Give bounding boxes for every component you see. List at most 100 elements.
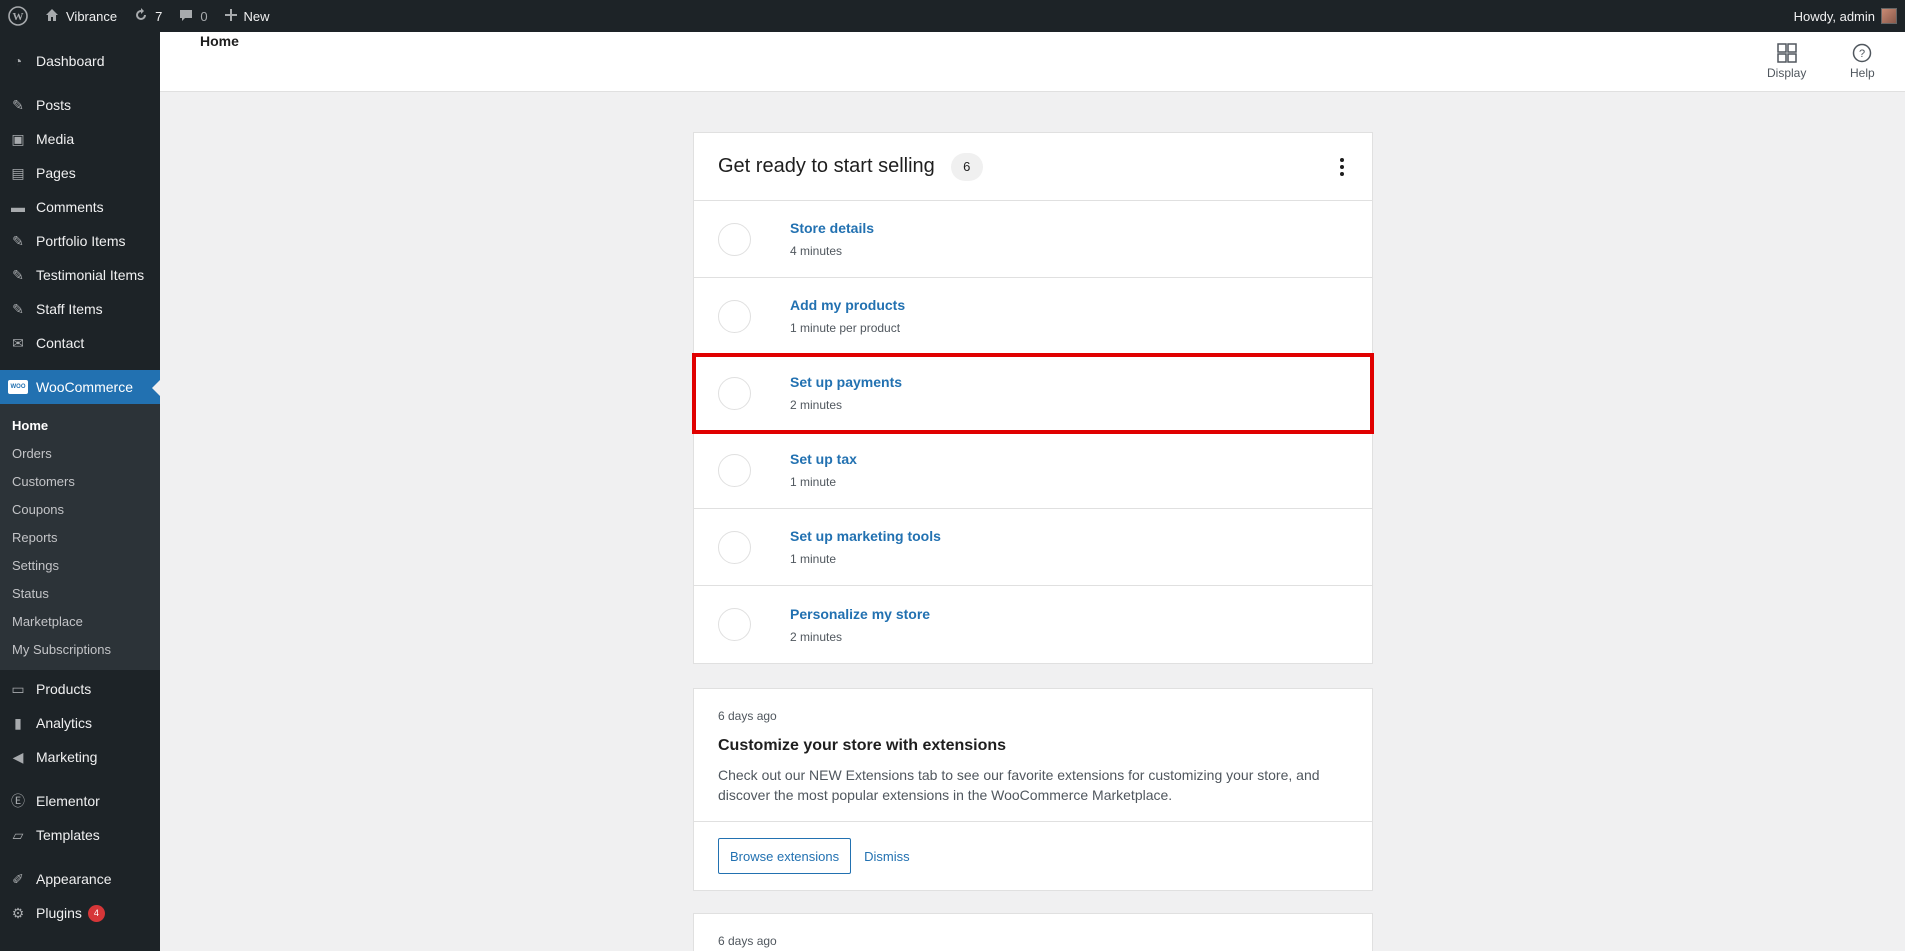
submenu-item-status[interactable]: Status bbox=[0, 579, 160, 607]
task-time-estimate: 1 minute per product bbox=[790, 321, 901, 335]
pages-icon: ▤ bbox=[11, 164, 25, 181]
submenu-item-reports[interactable]: Reports bbox=[0, 523, 160, 551]
home-icon bbox=[44, 7, 60, 26]
comment-icon: ▬ bbox=[11, 199, 25, 215]
sidebar-item-label: Appearance bbox=[36, 871, 112, 887]
setup-task-list: Get ready to start selling 6 Store detai… bbox=[692, 132, 1374, 664]
pin-icon: ✎ bbox=[12, 96, 24, 113]
howdy-text: Howdy, admin bbox=[1793, 8, 1875, 24]
sidebar-item-woocommerce[interactable]: WOO WooCommerce bbox=[0, 370, 160, 404]
submenu-item-marketplace[interactable]: Marketplace bbox=[0, 607, 160, 635]
submenu-item-home[interactable]: Home bbox=[0, 411, 160, 439]
submenu-item-coupons[interactable]: Coupons bbox=[0, 495, 160, 523]
plus-icon bbox=[224, 8, 238, 25]
task-title[interactable]: Add my products bbox=[790, 297, 905, 313]
task-title[interactable]: Set up payments bbox=[790, 374, 902, 390]
more-options-icon[interactable] bbox=[1336, 154, 1348, 180]
wordpress-logo-icon[interactable]: W bbox=[0, 0, 36, 32]
sidebar-item-analytics[interactable]: ▮ Analytics bbox=[0, 706, 160, 740]
comment-bubble-icon bbox=[178, 7, 194, 26]
sidebar-item-dashboard[interactable]: ◔ Dashboard bbox=[0, 44, 160, 78]
sidebar-item-portfolio-items[interactable]: ✎ Portfolio Items bbox=[0, 224, 160, 258]
admin-sidebar: ◔ Dashboard ✎ Posts ▣ Media ▤ Pages ▬ Comments ✎ Po… bbox=[0, 32, 160, 951]
sidebar-item-appearance[interactable]: ✐ Appearance bbox=[0, 862, 160, 896]
sidebar-item-contact[interactable]: ✉ Contact bbox=[0, 326, 160, 360]
updates-link[interactable]: 7 bbox=[125, 0, 170, 32]
task-item-add-my-products[interactable]: Add my products 1 minute per product bbox=[694, 278, 1372, 355]
submenu-item-customers[interactable]: Customers bbox=[0, 467, 160, 495]
task-title[interactable]: Set up tax bbox=[790, 451, 857, 467]
submenu-item-orders[interactable]: Orders bbox=[0, 439, 160, 467]
pin-icon: ✎ bbox=[12, 232, 24, 249]
sidebar-item-label: Analytics bbox=[36, 715, 93, 731]
sidebar-item-label: WooCommerce bbox=[36, 379, 133, 395]
site-name: Vibrance bbox=[66, 8, 118, 24]
task-status-circle-icon bbox=[718, 530, 751, 564]
task-item-store-details[interactable]: Store details 4 minutes bbox=[694, 201, 1372, 278]
task-status-circle-icon bbox=[718, 299, 751, 333]
new-content-link[interactable]: New bbox=[216, 0, 278, 32]
help-icon: ? bbox=[1853, 43, 1872, 63]
sidebar-item-label: Media bbox=[36, 131, 75, 147]
new-label: New bbox=[243, 8, 270, 24]
sidebar-item-templates[interactable]: ▱ Templates bbox=[0, 818, 160, 852]
sidebar-item-media[interactable]: ▣ Media bbox=[0, 122, 160, 156]
display-button[interactable]: Display bbox=[1767, 42, 1806, 80]
display-layout-icon bbox=[1776, 43, 1797, 63]
comments-count: 0 bbox=[200, 8, 208, 24]
sidebar-item-label: Staff Items bbox=[36, 301, 103, 317]
submenu-item-settings[interactable]: Settings bbox=[0, 551, 160, 579]
inbox-note: 6 days ago bbox=[693, 913, 1373, 951]
browse-extensions-button[interactable]: Browse extensions bbox=[718, 838, 852, 874]
dismiss-button[interactable]: Dismiss bbox=[864, 849, 910, 864]
sidebar-item-pages[interactable]: ▤ Pages bbox=[0, 156, 160, 190]
site-name-link[interactable]: Vibrance bbox=[36, 0, 125, 32]
pin-icon: ✎ bbox=[12, 300, 24, 317]
note-date: 6 days ago bbox=[718, 709, 777, 723]
woocommerce-icon: WOO bbox=[8, 377, 28, 397]
sidebar-item-label: Products bbox=[36, 681, 92, 697]
sidebar-item-marketing[interactable]: ◀ Marketing bbox=[0, 740, 160, 774]
task-title[interactable]: Store details bbox=[790, 220, 874, 236]
task-item-set-up-payments[interactable]: Set up payments 2 minutes bbox=[692, 353, 1374, 434]
task-list-header: Get ready to start selling 6 bbox=[694, 133, 1372, 201]
task-time-estimate: 1 minute bbox=[790, 475, 837, 489]
comments-link[interactable]: 0 bbox=[170, 0, 215, 32]
sidebar-item-label: Portfolio Items bbox=[36, 233, 126, 249]
task-count-badge: 6 bbox=[950, 152, 983, 181]
submenu-item-my-subscriptions[interactable]: My Subscriptions bbox=[0, 635, 160, 663]
avatar bbox=[1881, 8, 1897, 24]
sidebar-item-plugins[interactable]: ⚙ Plugins 4 bbox=[0, 896, 160, 930]
display-label: Display bbox=[1767, 66, 1807, 80]
task-title[interactable]: Personalize my store bbox=[790, 606, 930, 622]
sidebar-item-comments[interactable]: ▬ Comments bbox=[0, 190, 160, 224]
task-time-estimate: 1 minute bbox=[790, 552, 837, 566]
help-button[interactable]: ? Help bbox=[1850, 42, 1875, 80]
sidebar-item-label: Comments bbox=[36, 199, 104, 215]
sidebar-item-label: Plugins bbox=[36, 905, 82, 921]
help-label: Help bbox=[1850, 66, 1875, 80]
inbox-note: 6 days ago Customize your store with ext… bbox=[693, 688, 1373, 891]
plugins-update-badge: 4 bbox=[87, 904, 105, 922]
note-date: 6 days ago bbox=[718, 934, 777, 948]
account-menu[interactable]: Howdy, admin bbox=[1786, 0, 1905, 32]
sidebar-item-posts[interactable]: ✎ Posts bbox=[0, 88, 160, 122]
task-time-estimate: 2 minutes bbox=[790, 398, 843, 412]
task-title[interactable]: Set up marketing tools bbox=[790, 528, 941, 544]
task-item-set-up-marketing-tools[interactable]: Set up marketing tools 1 minute bbox=[694, 509, 1372, 586]
task-status-circle-icon bbox=[718, 608, 751, 641]
sidebar-item-label: Posts bbox=[36, 97, 72, 113]
refresh-icon bbox=[133, 7, 149, 26]
task-time-estimate: 2 minutes bbox=[790, 629, 843, 644]
page-header: Home Display ? Help bbox=[160, 32, 1905, 92]
sidebar-item-staff-items[interactable]: ✎ Staff Items bbox=[0, 292, 160, 326]
sidebar-item-testimonial-items[interactable]: ✎ Testimonial Items bbox=[0, 258, 160, 292]
megaphone-icon: ◀ bbox=[12, 748, 24, 765]
task-item-set-up-tax[interactable]: Set up tax 1 minute bbox=[694, 432, 1372, 509]
note-text: Check out our NEW Extensions tab to see … bbox=[718, 767, 1320, 803]
task-item-personalize-my-store[interactable]: Personalize my store 2 minutes bbox=[694, 586, 1372, 663]
folder-icon: ▱ bbox=[12, 826, 24, 843]
sidebar-item-products[interactable]: ▭ Products bbox=[0, 672, 160, 706]
sidebar-item-label: Templates bbox=[36, 827, 100, 843]
sidebar-item-elementor[interactable]: Ⓔ Elementor bbox=[0, 784, 160, 818]
